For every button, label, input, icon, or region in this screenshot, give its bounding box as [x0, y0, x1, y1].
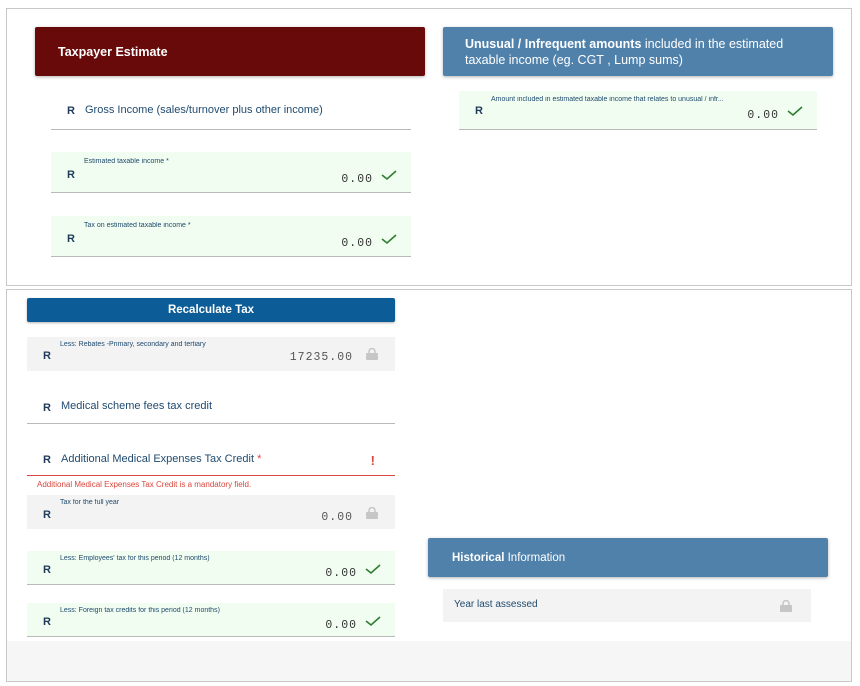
estimated-taxable-income-value: 0.00 — [341, 173, 373, 186]
year-last-assessed-field: Year last assessed — [443, 589, 811, 622]
estimated-taxable-income-label: Estimated taxable income * — [84, 158, 169, 165]
tax-full-year-value: 0.00 — [321, 511, 353, 524]
check-icon — [365, 616, 381, 627]
taxpayer-estimate-header: Taxpayer Estimate — [35, 27, 425, 76]
currency-label: R — [43, 564, 51, 576]
tax-on-estimated-income-field[interactable]: Tax on estimated taxable income * R 0.00 — [51, 216, 411, 257]
estimated-taxable-income-field[interactable]: Estimated taxable income * R 0.00 — [51, 152, 411, 193]
currency-label: R — [43, 402, 51, 414]
medical-scheme-fees-field[interactable]: R Medical scheme fees tax credit — [27, 388, 395, 424]
currency-label: R — [67, 105, 75, 117]
foreign-tax-credits-value: 0.00 — [325, 619, 357, 632]
additional-medical-expenses-label: Additional Medical Expenses Tax Credit * — [61, 453, 261, 465]
unusual-amount-field[interactable]: Amount included in estimated taxable inc… — [459, 91, 817, 130]
recalculate-panel: Recalculate Tax Less: Rebates -Primary, … — [6, 289, 852, 682]
taxpayer-estimate-title: Taxpayer Estimate — [58, 44, 168, 59]
tax-full-year-field: Tax for the full year R 0.00 — [27, 495, 395, 529]
mandatory-field-error: Additional Medical Expenses Tax Credit i… — [37, 480, 252, 489]
unusual-amounts-title-bold: Unusual / Infrequent amounts — [465, 36, 642, 51]
unusual-amounts-header: Unusual / Infrequent amounts included in… — [443, 27, 833, 76]
currency-label: R — [475, 105, 483, 117]
tax-on-estimated-income-value: 0.00 — [341, 237, 373, 250]
unusual-amounts-title: Unusual / Infrequent amounts included in… — [465, 36, 811, 68]
required-mark: * — [257, 453, 262, 465]
lock-icon — [366, 507, 378, 519]
currency-label: R — [43, 350, 51, 362]
historical-information-header: Historical Information — [428, 538, 828, 577]
currency-label: R — [67, 169, 75, 181]
unusual-amount-value: 0.00 — [747, 109, 779, 122]
panel-footer — [7, 641, 851, 681]
employees-tax-field[interactable]: Less: Employees' tax for this period (12… — [27, 551, 395, 585]
taxpayer-panel: Taxpayer Estimate R Gross Income (sales/… — [6, 8, 852, 286]
currency-label: R — [43, 454, 51, 466]
currency-label: R — [67, 233, 75, 245]
gross-income-label: Gross Income (sales/turnover plus other … — [85, 104, 323, 116]
lock-icon — [366, 348, 378, 360]
tax-full-year-label: Tax for the full year — [60, 499, 120, 506]
check-icon — [787, 106, 803, 117]
foreign-tax-credits-label: Less: Foreign tax credits for this perio… — [60, 607, 220, 614]
rebates-value: 17235.00 — [289, 351, 353, 364]
exclamation-icon: ! — [370, 453, 375, 468]
lock-icon — [780, 600, 792, 612]
check-icon — [365, 564, 381, 575]
currency-label: R — [43, 509, 51, 521]
check-icon — [381, 234, 397, 245]
employees-tax-label: Less: Employees' tax for this period (12… — [60, 555, 210, 562]
historical-information-title: Historical Information — [452, 552, 565, 564]
check-icon — [381, 170, 397, 181]
year-last-assessed-label: Year last assessed — [454, 599, 538, 610]
historical-information-title-rest: Information — [504, 551, 566, 564]
recalculate-tax-title: Recalculate Tax — [167, 304, 255, 316]
currency-label: R — [43, 616, 51, 628]
gross-income-field[interactable]: R Gross Income (sales/turnover plus othe… — [51, 91, 411, 130]
additional-medical-expenses-field[interactable]: R Additional Medical Expenses Tax Credit… — [27, 440, 395, 476]
employees-tax-value: 0.00 — [325, 567, 357, 580]
rebates-field: Less: Rebates -Primary, secondary and te… — [27, 337, 395, 371]
foreign-tax-credits-field[interactable]: Less: Foreign tax credits for this perio… — [27, 603, 395, 637]
medical-scheme-fees-label: Medical scheme fees tax credit — [61, 400, 213, 412]
additional-medical-expenses-label-text: Additional Medical Expenses Tax Credit — [61, 453, 255, 465]
tax-on-estimated-income-label: Tax on estimated taxable income * — [84, 222, 191, 229]
rebates-label: Less: Rebates -Primary, secondary and te… — [60, 341, 206, 348]
historical-information-title-bold: Historical — [452, 551, 505, 564]
recalculate-tax-header[interactable]: Recalculate Tax — [27, 298, 395, 322]
unusual-amount-label: Amount included in estimated taxable inc… — [491, 96, 724, 103]
